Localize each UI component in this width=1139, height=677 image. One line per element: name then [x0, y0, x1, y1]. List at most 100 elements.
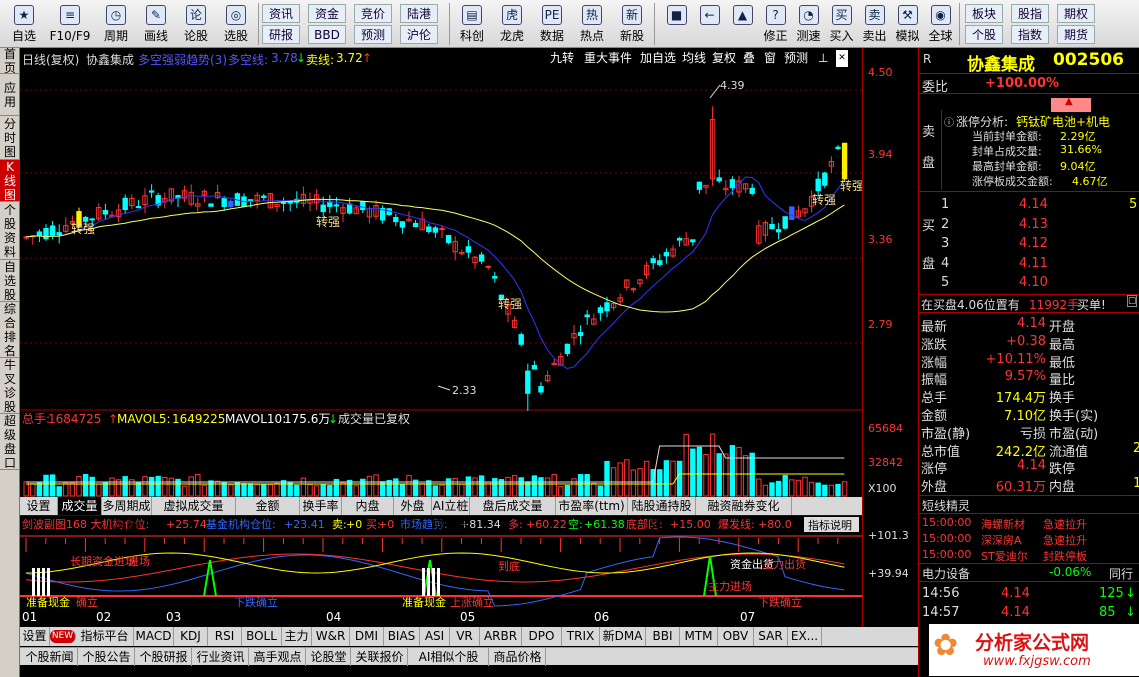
- volume-tab-0[interactable]: 设置: [20, 497, 58, 515]
- leftnav-item-3[interactable]: K线图: [0, 160, 20, 202]
- kline-chart[interactable]: 4.392.33转强 转强转强转强转强总手:1684725 ↑MAVOL5: 1649…: [20, 68, 862, 628]
- chart-option-6[interactable]: 窗: [764, 50, 776, 67]
- bid-level-4[interactable]: 5 4.10: [919, 274, 1139, 293]
- chart-option-0[interactable]: 九转: [550, 50, 574, 67]
- news-tab-8[interactable]: 商品价格: [490, 648, 546, 666]
- quick-button-0[interactable]: 资讯: [262, 4, 300, 23]
- pin-icon[interactable]: ⊥: [818, 50, 828, 67]
- toolbar-button-1[interactable]: ≡ F10/F9: [44, 2, 96, 46]
- toolbar3-button-4[interactable]: ◔ 测速: [792, 2, 825, 46]
- indicator-tab-3[interactable]: MACD: [134, 627, 174, 646]
- quick-button-3[interactable]: 陆港: [400, 4, 438, 23]
- market-button-4[interactable]: 指数: [1011, 25, 1049, 44]
- indicator-tab-19[interactable]: OBV: [718, 627, 754, 646]
- quick-button-1[interactable]: 资金: [308, 4, 346, 23]
- market-button-5[interactable]: 期货: [1057, 25, 1095, 44]
- bid-level-2[interactable]: 3 4.12: [919, 235, 1139, 254]
- toolbar2-button-2[interactable]: PE 数据: [532, 2, 572, 46]
- toolbar2-button-1[interactable]: 虎龙虎: [492, 2, 532, 46]
- toolbar3-button-2[interactable]: ▲: [726, 2, 759, 46]
- volume-tab-6[interactable]: 换手率: [300, 497, 342, 515]
- toolbar3-button-5[interactable]: 买买入: [825, 2, 858, 46]
- volume-tab-10[interactable]: 盘后成交量: [470, 497, 556, 515]
- volume-tab-4[interactable]: 虚拟成交量: [152, 497, 236, 515]
- toolbar-button-2[interactable]: ◷ 周期: [96, 2, 136, 46]
- volume-tab-8[interactable]: 外盘: [394, 497, 432, 515]
- volume-tab-12[interactable]: 陆股通持股变化: [628, 497, 696, 531]
- toolbar3-button-6[interactable]: 卖卖出: [858, 2, 891, 46]
- chart-option-5[interactable]: 叠: [743, 50, 755, 67]
- sector-row[interactable]: 电力设备 -0.06% 同行: [919, 563, 1139, 582]
- volume-tab-5[interactable]: 金额: [236, 497, 300, 515]
- indicator-tab-21[interactable]: EX...: [788, 627, 822, 646]
- toolbar-button-4[interactable]: 论论股: [176, 2, 216, 46]
- toolbar2-button-3[interactable]: 热热点: [572, 2, 612, 46]
- chart-option-3[interactable]: 均线: [682, 50, 706, 67]
- toolbar-button-5[interactable]: ◎ 选股: [216, 2, 256, 46]
- indicator-tab-17[interactable]: BBI: [646, 627, 680, 646]
- quick-button-6[interactable]: 预测: [354, 25, 392, 44]
- indicator-tab-9[interactable]: DMI: [350, 627, 384, 646]
- leftnav-item-2[interactable]: 分时图: [0, 116, 20, 160]
- bid-level-1[interactable]: 2 4.13: [919, 216, 1139, 235]
- news-tab-5[interactable]: 论股堂: [307, 648, 351, 666]
- indicator-tab-7[interactable]: 主力: [282, 627, 312, 646]
- indicator-tab-2[interactable]: 指标平台: [76, 627, 134, 646]
- close-icon[interactable]: ✕: [836, 50, 848, 67]
- news-tab-1[interactable]: 个股公告: [79, 648, 135, 666]
- volume-tab-11[interactable]: 市盈率(ttm): [556, 497, 628, 515]
- chart-option-2[interactable]: 加自选: [640, 50, 676, 67]
- toolbar3-button-1[interactable]: ←: [693, 2, 726, 46]
- quick-button-7[interactable]: 沪伦: [400, 25, 438, 44]
- quick-button-4[interactable]: 研报: [262, 25, 300, 44]
- toolbar3-button-3[interactable]: ? 修正: [759, 2, 792, 46]
- toolbar3-button-8[interactable]: ◉ 全球: [924, 2, 957, 46]
- leftnav-item-7[interactable]: 牛叉诊股: [0, 358, 20, 414]
- indicator-tab-0[interactable]: 设置: [20, 627, 50, 646]
- volume-tab-7[interactable]: 内盘: [342, 497, 394, 515]
- period-mode[interactable]: 日线(复权): [22, 51, 79, 68]
- toolbar-button-0[interactable]: ★ 自选: [4, 2, 44, 46]
- indicator-tab-16[interactable]: 新DMA: [600, 627, 646, 646]
- volume-tab-9[interactable]: AI立桩成交量: [432, 497, 470, 531]
- volume-tab-1[interactable]: 成交量: [58, 497, 102, 515]
- bid-level-0[interactable]: 1 4.14 5: [919, 196, 1139, 215]
- news-tab-2[interactable]: 个股研报: [136, 648, 192, 666]
- indicator-tab-4[interactable]: KDJ: [174, 627, 208, 646]
- chart-option-1[interactable]: 重大事件: [584, 50, 632, 67]
- market-button-0[interactable]: 板块: [965, 4, 1003, 23]
- volume-tab-13[interactable]: 融资融券变化: [696, 497, 792, 515]
- chart-option-7[interactable]: 预测: [784, 50, 808, 67]
- indicator-tab-1[interactable]: NEW: [50, 630, 76, 643]
- quick-button-2[interactable]: 竞价: [354, 4, 392, 23]
- quick-button-5[interactable]: BBD: [308, 25, 346, 44]
- news-tab-6[interactable]: 关联报价: [352, 648, 408, 666]
- indicator-tab-14[interactable]: DPO: [522, 627, 562, 646]
- toolbar2-button-4[interactable]: 新新股: [612, 2, 652, 46]
- volume-tab-3[interactable]: 多周期成交量: [102, 497, 152, 531]
- indicator-tab-10[interactable]: BIAS: [384, 627, 420, 646]
- indicator-tab-6[interactable]: BOLL: [242, 627, 282, 646]
- leftnav-item-6[interactable]: 综合排名: [0, 302, 20, 358]
- leftnav-item-8[interactable]: 超级盘口: [0, 414, 20, 470]
- news-tab-7[interactable]: AI相似个股: [409, 648, 489, 666]
- market-button-2[interactable]: 期权: [1057, 4, 1095, 23]
- leftnav-item-5[interactable]: 自选股: [0, 260, 20, 302]
- indicator-tab-12[interactable]: VR: [450, 627, 480, 646]
- short-line-title[interactable]: 短线精灵: [922, 497, 970, 514]
- indicator-tab-8[interactable]: W&R: [312, 627, 350, 646]
- news-tab-4[interactable]: 高手观点: [250, 648, 306, 666]
- leftnav-item-0[interactable]: 首页: [0, 47, 20, 75]
- indicator-tab-20[interactable]: SAR: [754, 627, 788, 646]
- queue-more-button[interactable]: ▢: [1127, 295, 1137, 307]
- market-button-3[interactable]: 个股: [965, 25, 1003, 44]
- chart-option-4[interactable]: 复权: [712, 50, 736, 67]
- indicator-tab-13[interactable]: ARBR: [480, 627, 522, 646]
- bid-level-3[interactable]: 4 4.11: [919, 255, 1139, 274]
- toolbar2-button-0[interactable]: ▤ 科创: [452, 2, 492, 46]
- indicator-tab-18[interactable]: MTM: [680, 627, 718, 646]
- leftnav-item-4[interactable]: 个股资料: [0, 202, 20, 260]
- indicator-tab-5[interactable]: RSI: [208, 627, 242, 646]
- leftnav-item-1[interactable]: 应用: [0, 74, 20, 116]
- market-button-1[interactable]: 股指: [1011, 4, 1049, 23]
